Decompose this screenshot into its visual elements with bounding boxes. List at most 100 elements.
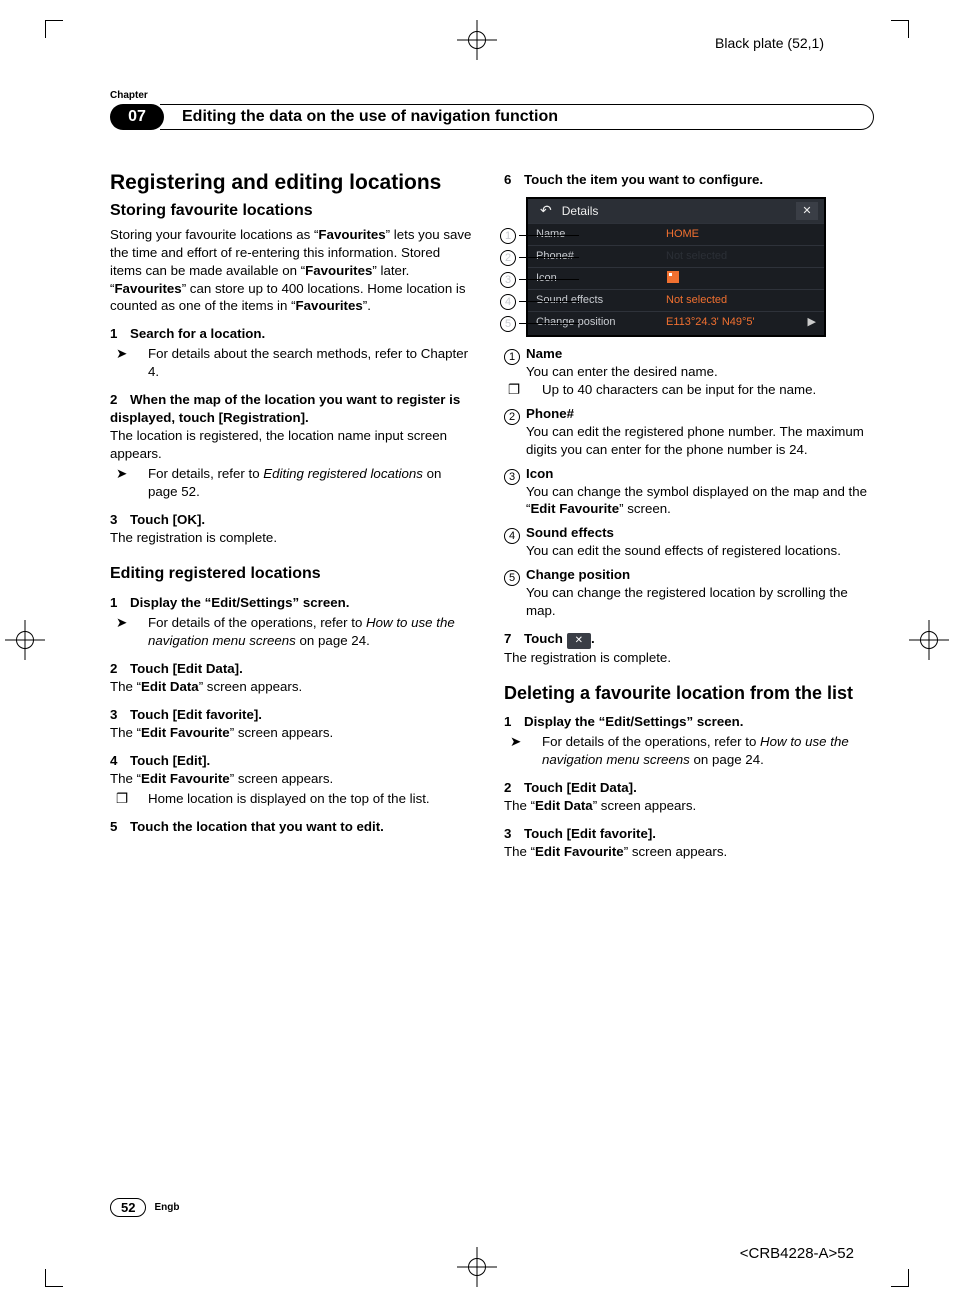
- section-heading: Registering and editing locations: [110, 171, 474, 194]
- text-bold: Favourites: [296, 298, 363, 313]
- chapter-header: 07 Editing the data on the use of naviga…: [110, 103, 874, 131]
- step: 1Display the “Edit/Settings” screen. ➤Fo…: [504, 713, 868, 769]
- step-title-pre: Touch: [524, 631, 567, 646]
- step-title: Touch [Edit favorite].: [524, 826, 656, 841]
- text-bold: Edit Favourite: [141, 771, 230, 786]
- step: 2Touch [Edit Data]. The “Edit Data” scre…: [504, 779, 868, 815]
- step-number: 1: [110, 594, 130, 612]
- subsection-heading: Deleting a favourite location from the l…: [504, 683, 868, 704]
- bullet-text: For details of the operations, refer to: [148, 615, 366, 630]
- item: 2 Phone# You can edit the registered phon…: [504, 405, 868, 459]
- step-number: 1: [504, 713, 524, 731]
- step: 1Display the “Edit/Settings” screen. ➤Fo…: [110, 594, 474, 650]
- step-title: Touch the location that you want to edit…: [130, 819, 384, 834]
- text-bold: Edit Data: [535, 798, 593, 813]
- text: ” screen appears.: [199, 679, 302, 694]
- step-number: 5: [110, 818, 130, 836]
- item-title: Sound effects: [526, 525, 614, 540]
- crop-mark: [45, 20, 63, 38]
- registration-mark: [909, 620, 949, 660]
- screenshot-title: Details: [558, 203, 796, 219]
- step: 3Touch [Edit favorite]. The “Edit Favour…: [110, 706, 474, 742]
- chevron-right-icon: ▶: [808, 315, 816, 330]
- text: ”.: [363, 298, 371, 313]
- step-title: Touch the item you want to configure.: [524, 172, 763, 187]
- step-number: 3: [504, 825, 524, 843]
- text: The “: [110, 725, 141, 740]
- step-title: Touch [Edit].: [130, 753, 210, 768]
- note-icon: ❐: [526, 381, 542, 399]
- step-number: 6: [504, 171, 524, 189]
- row-value: E113°24.3' N49°5': [666, 315, 755, 330]
- callouts: 1 2 3 4 5: [500, 225, 579, 335]
- item: 1 NameYou can enter the desired name.: [504, 345, 868, 381]
- text: ” screen appears.: [230, 725, 333, 740]
- text: ” screen appears.: [230, 771, 333, 786]
- step-title: Display the “Edit/Settings” screen.: [130, 595, 349, 610]
- callout-4: 4: [500, 294, 516, 310]
- row-value: Not selected: [666, 249, 727, 264]
- item-num: 1: [504, 349, 520, 365]
- doc-code: <CRB4228-A>52: [740, 1245, 854, 1262]
- plate-label: Black plate (52,1): [715, 35, 824, 51]
- step: 2When the map of the location you want t…: [110, 391, 474, 501]
- item-desc: You can change the registered location b…: [526, 585, 848, 618]
- step-title: Touch [Edit Data].: [130, 661, 243, 676]
- text: The “: [110, 679, 141, 694]
- crop-mark: [891, 20, 909, 38]
- back-icon: ↶: [540, 201, 552, 220]
- screenshot-header: ↶ Details ✕: [528, 199, 824, 223]
- item-desc: You can enter the desired name.: [526, 364, 718, 379]
- bullet-em: Editing registered locations: [263, 466, 423, 481]
- chapter-title: Editing the data on the use of navigatio…: [160, 104, 874, 130]
- text: The “: [110, 771, 141, 786]
- step-title: Touch [Edit Data].: [524, 780, 637, 795]
- item-num: 2: [504, 409, 520, 425]
- left-column: Registering and editing locations Storin…: [110, 171, 474, 861]
- callout-2: 2: [500, 250, 516, 266]
- pointer-icon: ➤: [526, 733, 542, 751]
- row-value: HOME: [666, 227, 699, 242]
- item-title: Phone#: [526, 406, 574, 421]
- step: 7Touch ✕. The registration is complete.: [504, 630, 868, 666]
- step-number: 2: [110, 391, 130, 409]
- note-text: Up to 40 characters can be input for the…: [542, 382, 816, 397]
- subsection-heading: Editing registered locations: [110, 563, 474, 585]
- step-after: The registration is complete.: [504, 649, 868, 667]
- step-title: When the map of the location you want to…: [110, 392, 460, 425]
- bullet-text: on page 24.: [690, 752, 764, 767]
- item-num: 4: [504, 528, 520, 544]
- step-after: The registration is complete.: [110, 529, 474, 547]
- step-after: The “Edit Data” screen appears.: [110, 678, 474, 696]
- step: 3Touch [Edit favorite]. The “Edit Favour…: [504, 825, 868, 861]
- step-title: Touch [Edit favorite].: [130, 707, 262, 722]
- item-desc: You can edit the sound effects of regist…: [526, 543, 841, 558]
- text-bold: Favourites: [114, 281, 181, 296]
- bullet: ➤For details about the search methods, r…: [110, 345, 474, 381]
- right-column: 6Touch the item you want to configure. 1…: [504, 171, 868, 861]
- step-title: Display the “Edit/Settings” screen.: [524, 714, 743, 729]
- pointer-icon: ➤: [132, 465, 148, 483]
- crop-mark: [45, 1269, 63, 1287]
- item-desc: You can edit the registered phone number…: [526, 424, 864, 457]
- step-number: 3: [110, 706, 130, 724]
- pointer-icon: ➤: [132, 345, 148, 363]
- step-number: 1: [110, 325, 130, 343]
- step-title: Touch [OK].: [130, 512, 205, 527]
- step-after: The “Edit Favourite” screen appears.: [110, 770, 474, 788]
- bullet: ➤For details, refer to Editing registere…: [110, 465, 474, 501]
- step: 6Touch the item you want to configure.: [504, 171, 868, 189]
- step: 1Search for a location. ➤For details abo…: [110, 325, 474, 381]
- callout-3: 3: [500, 272, 516, 288]
- step: 3Touch [OK]. The registration is complet…: [110, 511, 474, 547]
- row-value: Not selected: [666, 293, 727, 308]
- text-bold: Favourites: [318, 227, 385, 242]
- close-chip-icon: ✕: [567, 633, 591, 649]
- step-after: The “Edit Favourite” screen appears.: [504, 843, 868, 861]
- step: 4Touch [Edit]. The “Edit Favourite” scre…: [110, 752, 474, 808]
- chapter-label: Chapter: [110, 90, 874, 101]
- note: ❐Home location is displayed on the top o…: [110, 790, 474, 808]
- text: ” screen appears.: [593, 798, 696, 813]
- bullet-text: For details about the search methods, re…: [148, 346, 468, 379]
- registration-mark: [457, 1247, 497, 1287]
